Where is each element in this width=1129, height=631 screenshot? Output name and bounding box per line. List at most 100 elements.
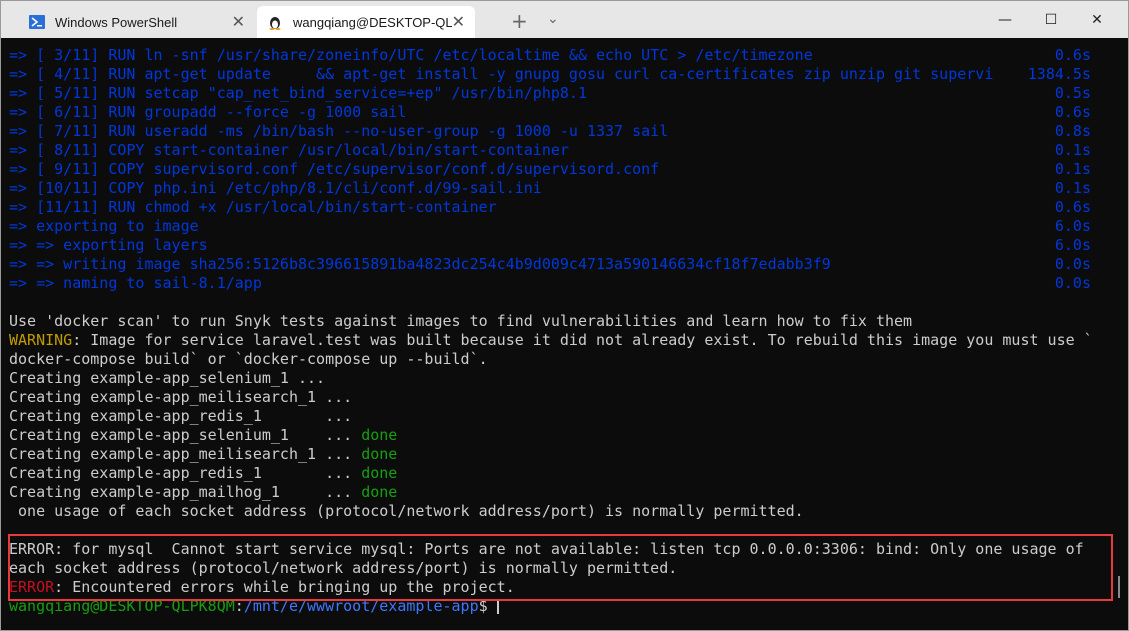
line-text: => => exporting layers — [9, 236, 1055, 255]
text-segment: => [ 8/11] COPY start-container /usr/loc… — [9, 141, 569, 159]
title-bar: Windows PowerShell ✕ wangqiang@DESKTOP-Q… — [1, 1, 1128, 38]
line-text: => [ 8/11] COPY start-container /usr/loc… — [9, 141, 1055, 160]
step-duration: 0.1s — [1054, 179, 1091, 197]
step-duration: 6.0s — [1054, 217, 1091, 235]
terminal-line: => => naming to sail-8.1/app 0.0s — [9, 274, 1091, 293]
text-segment: => [10/11] COPY php.ini /etc/php/8.1/cli… — [9, 179, 542, 197]
line-text: => [11/11] RUN chmod +x /usr/local/bin/s… — [9, 198, 1055, 217]
minimize-button[interactable]: — — [982, 1, 1028, 38]
tab-wsl[interactable]: wangqiang@DESKTOP-QLPK8Q ✕ — [257, 6, 475, 38]
terminal-line: => [ 7/11] RUN useradd -ms /bin/bash --n… — [9, 122, 1091, 141]
terminal-line: Creating example-app_redis_1 ... done — [9, 464, 1091, 483]
line-text: Creating example-app_meilisearch_1 ... d… — [9, 445, 1091, 464]
linux-penguin-icon — [267, 14, 283, 30]
terminal-line: one usage of each socket address (protoc… — [9, 502, 1091, 521]
line-text: docker-compose build` or `docker-compose… — [9, 350, 1091, 369]
line-text — [9, 293, 1091, 312]
terminal-line: => [11/11] RUN chmod +x /usr/local/bin/s… — [9, 198, 1091, 217]
text-segment: Use 'docker scan' to run Snyk tests agai… — [9, 312, 913, 330]
terminal-line: => [ 5/11] RUN setcap "cap_net_bind_serv… — [9, 84, 1091, 103]
step-duration: 0.1s — [1054, 141, 1091, 159]
text-segment: Creating example-app_selenium_1 ... — [9, 426, 362, 444]
text-segment: done — [361, 426, 398, 444]
terminal-line: => exporting to image 6.0s — [9, 217, 1091, 236]
text-segment: => => naming to sail-8.1/app — [9, 274, 262, 292]
step-duration: 1384.5s — [1027, 65, 1091, 83]
terminal-output[interactable]: => [ 3/11] RUN ln -snf /usr/share/zonein… — [9, 46, 1091, 616]
line-text: => [ 6/11] RUN groupadd --force -g 1000 … — [9, 103, 1055, 122]
text-segment: done — [361, 445, 398, 463]
powershell-icon — [29, 14, 45, 30]
text-segment: Creating example-app_mailhog_1 ... — [9, 483, 362, 501]
terminal-line: => => exporting layers 6.0s — [9, 236, 1091, 255]
terminal-line: Creating example-app_redis_1 ... — [9, 407, 1091, 426]
step-duration: 0.1s — [1054, 160, 1091, 178]
text-segment: => [ 9/11] COPY supervisord.conf /etc/su… — [9, 160, 660, 178]
line-text: => [ 5/11] RUN setcap "cap_net_bind_serv… — [9, 84, 1055, 103]
text-segment: => [ 7/11] RUN useradd -ms /bin/bash --n… — [9, 122, 669, 140]
terminal-window: Windows PowerShell ✕ wangqiang@DESKTOP-Q… — [0, 0, 1129, 631]
text-segment: => [ 4/11] RUN apt-get update && apt-get… — [9, 65, 994, 83]
terminal-line: Use 'docker scan' to run Snyk tests agai… — [9, 312, 1091, 331]
text-segment: done — [361, 483, 398, 501]
text-segment: one usage of each socket address (protoc… — [9, 502, 804, 520]
text-segment: done — [361, 464, 398, 482]
line-text: => [ 9/11] COPY supervisord.conf /etc/su… — [9, 160, 1055, 179]
close-tab-icon[interactable]: ✕ — [232, 12, 245, 32]
terminal-line: => [ 6/11] RUN groupadd --force -g 1000 … — [9, 103, 1091, 122]
terminal-line: Creating example-app_meilisearch_1 ... d… — [9, 445, 1091, 464]
scrollbar[interactable] — [1118, 576, 1120, 598]
line-text: => [ 3/11] RUN ln -snf /usr/share/zonein… — [9, 46, 1055, 65]
new-tab-button[interactable]: + — [511, 9, 528, 33]
text-cursor — [496, 599, 499, 614]
tab-label: wangqiang@DESKTOP-QLPK8Q — [293, 14, 452, 30]
close-window-button[interactable]: ✕ — [1074, 1, 1120, 38]
line-text: Creating example-app_meilisearch_1 ... — [9, 388, 1091, 407]
text-segment: Creating example-app_selenium_1 ... — [9, 369, 326, 387]
terminal-line — [9, 293, 1091, 312]
text-segment: Creating example-app_meilisearch_1 ... — [9, 388, 353, 406]
text-segment: => exporting to image — [9, 217, 199, 235]
line-text: Creating example-app_selenium_1 ... — [9, 369, 1091, 388]
error-highlight-box — [8, 534, 1113, 601]
close-tab-icon[interactable]: ✕ — [452, 12, 465, 32]
line-text: Creating example-app_redis_1 ... done — [9, 464, 1091, 483]
terminal-line: Creating example-app_meilisearch_1 ... — [9, 388, 1091, 407]
step-duration: 0.6s — [1054, 103, 1091, 121]
terminal-line: => [ 3/11] RUN ln -snf /usr/share/zonein… — [9, 46, 1091, 65]
terminal-line: => [ 9/11] COPY supervisord.conf /etc/su… — [9, 160, 1091, 179]
text-segment: => => exporting layers — [9, 236, 208, 254]
line-text: Creating example-app_mailhog_1 ... done — [9, 483, 1091, 502]
text-segment: => => writing image sha256:5126b8c396615… — [9, 255, 831, 273]
step-duration: 0.0s — [1054, 274, 1091, 292]
text-segment: Creating example-app_meilisearch_1 ... — [9, 445, 362, 463]
terminal-line: => => writing image sha256:5126b8c396615… — [9, 255, 1091, 274]
text-segment: => [ 5/11] RUN setcap "cap_net_bind_serv… — [9, 84, 587, 102]
terminal-line: WARNING: Image for service laravel.test … — [9, 331, 1091, 350]
terminal-line: => [10/11] COPY php.ini /etc/php/8.1/cli… — [9, 179, 1091, 198]
step-duration: 0.6s — [1054, 198, 1091, 216]
text-segment: => [ 3/11] RUN ln -snf /usr/share/zonein… — [9, 46, 813, 64]
line-text: => => writing image sha256:5126b8c396615… — [9, 255, 1055, 274]
line-text: => exporting to image — [9, 217, 1055, 236]
terminal-line: => [ 4/11] RUN apt-get update && apt-get… — [9, 65, 1091, 84]
maximize-button[interactable]: ☐ — [1028, 1, 1074, 38]
line-text: => [ 4/11] RUN apt-get update && apt-get… — [9, 65, 1028, 84]
terminal-line: Creating example-app_selenium_1 ... — [9, 369, 1091, 388]
step-duration: 0.8s — [1054, 122, 1091, 140]
tab-windows-powershell[interactable]: Windows PowerShell ✕ — [19, 6, 255, 38]
step-duration: 6.0s — [1054, 236, 1091, 254]
line-text: Creating example-app_selenium_1 ... done — [9, 426, 1091, 445]
step-duration: 0.6s — [1054, 46, 1091, 64]
tab-label: Windows PowerShell — [55, 14, 178, 30]
terminal-line: => [ 8/11] COPY start-container /usr/loc… — [9, 141, 1091, 160]
line-text: Creating example-app_redis_1 ... — [9, 407, 1091, 426]
text-segment: Creating example-app_redis_1 ... — [9, 407, 353, 425]
text-segment: : Image for service laravel.test was bui… — [72, 331, 1091, 349]
tab-dropdown-button[interactable]: ⌄ — [547, 11, 559, 27]
line-text: => [10/11] COPY php.ini /etc/php/8.1/cli… — [9, 179, 1055, 198]
text-segment: => [11/11] RUN chmod +x /usr/local/bin/s… — [9, 198, 497, 216]
line-text: WARNING: Image for service laravel.test … — [9, 331, 1091, 350]
terminal-line: Creating example-app_selenium_1 ... done — [9, 426, 1091, 445]
line-text: Use 'docker scan' to run Snyk tests agai… — [9, 312, 1091, 331]
